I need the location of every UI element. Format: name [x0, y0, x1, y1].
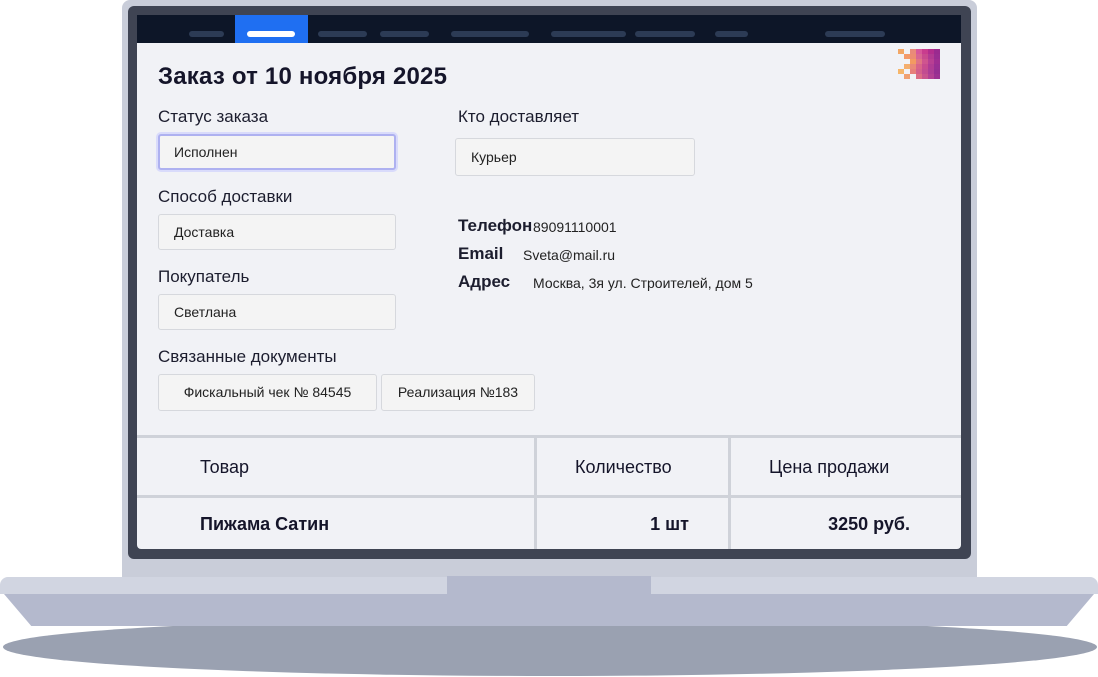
table-cell-quantity: 1 шт: [650, 514, 689, 534]
top-navigation: [137, 15, 961, 43]
nav-item-3[interactable]: [318, 31, 367, 37]
status-field[interactable]: Исполнен: [158, 134, 396, 170]
nav-item-active-bar: [247, 31, 295, 37]
table-header-price: Цена продажи: [769, 457, 890, 477]
laptop-base: [4, 594, 1094, 626]
nav-item-6[interactable]: [551, 31, 626, 37]
table-cell-price: 3250 руб.: [828, 514, 910, 534]
nav-item-active[interactable]: [235, 15, 308, 43]
page-title: Заказ от 10 ноября 2025: [158, 63, 448, 90]
delivery-method-field[interactable]: Доставка: [158, 214, 396, 250]
nav-item-4[interactable]: [380, 31, 429, 37]
courier-label: Кто доставляет: [458, 107, 580, 126]
logo-pixel: [934, 74, 940, 79]
delivery-method-label: Способ доставки: [158, 187, 293, 206]
table-top-border: [137, 435, 961, 438]
laptop-notch: [447, 576, 651, 594]
nav-item-8[interactable]: [715, 31, 748, 37]
phone-value: 89091110001: [533, 219, 617, 235]
courier-field[interactable]: Курьер: [455, 138, 695, 176]
email-label: Email: [458, 244, 504, 263]
fiscal-receipt-button[interactable]: Фискальный чек № 84545: [158, 374, 377, 411]
realization-button[interactable]: Реализация №183: [381, 374, 535, 411]
email-value[interactable]: Sveta@mail.ru: [523, 247, 615, 263]
logo-pixel: [904, 74, 910, 79]
buyer-field[interactable]: Светлана: [158, 294, 396, 330]
nav-item-7[interactable]: [635, 31, 695, 37]
table-header-product: Товар: [200, 457, 249, 477]
table-row-divider: [137, 495, 961, 498]
nav-item-9[interactable]: [825, 31, 885, 37]
app-screen: Заказ от 10 ноября 2025 Статус заказа Ис…: [137, 15, 961, 549]
address-value: Москва, 3я ул. Строителей, дом 5: [533, 275, 753, 291]
related-documents-label: Связанные документы: [158, 347, 337, 366]
nav-item-5[interactable]: [451, 31, 529, 37]
nav-item-1[interactable]: [189, 31, 224, 37]
table-header-quantity: Количество: [575, 457, 672, 477]
table-cell-product: Пижама Сатин: [200, 514, 330, 534]
laptop-shadow: [3, 618, 1097, 676]
phone-label: Телефон: [458, 216, 533, 235]
address-label: Адрес: [458, 272, 511, 291]
status-label: Статус заказа: [158, 107, 269, 126]
brand-logo-icon: [898, 49, 942, 81]
buyer-label: Покупатель: [158, 267, 250, 286]
